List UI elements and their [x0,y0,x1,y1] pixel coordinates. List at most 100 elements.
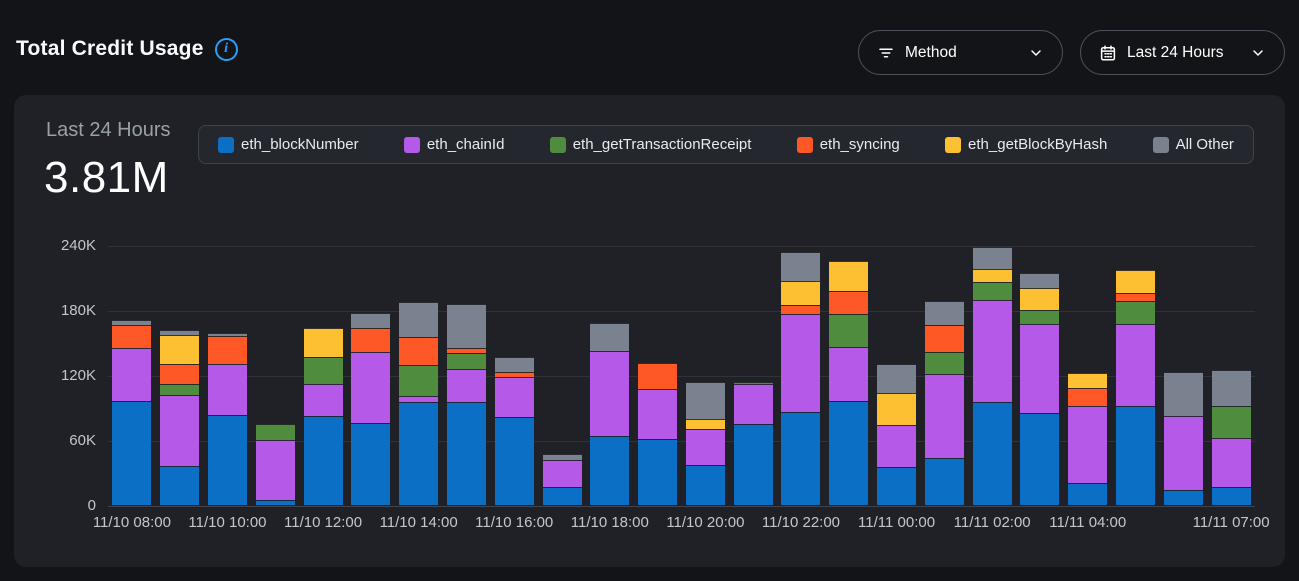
bar-segment-all-other[interactable] [781,252,820,281]
bar-segment-eth-blocknumber[interactable] [829,401,868,505]
bar-segment-eth-gettransactionreceipt[interactable] [304,357,343,384]
bar-segment-eth-getblockbyhash[interactable] [160,335,199,364]
bar-segment-eth-syncing[interactable] [160,364,199,384]
bar-segment-eth-chainid[interactable] [543,460,582,487]
bar-11-10-20-00[interactable] [686,382,725,505]
bar-11-10-11-00[interactable] [256,424,295,505]
bar-11-10-12-00[interactable] [304,328,343,505]
bar-segment-all-other[interactable] [686,382,725,420]
bar-segment-eth-chainid[interactable] [590,351,629,436]
bar-segment-all-other[interactable] [590,323,629,351]
bar-segment-eth-getblockbyhash[interactable] [686,419,725,429]
bar-segment-eth-blocknumber[interactable] [160,466,199,505]
bar-segment-eth-chainid[interactable] [781,314,820,412]
bar-11-10-08-00[interactable] [112,320,151,505]
bar-segment-all-other[interactable] [1020,273,1059,288]
bar-segment-all-other[interactable] [447,304,486,348]
legend-item-eth-chainid[interactable]: eth_chainId [404,136,505,153]
bar-segment-eth-chainid[interactable] [1164,416,1203,490]
bar-segment-eth-gettransactionreceipt[interactable] [925,352,964,374]
bar-segment-eth-syncing[interactable] [112,325,151,348]
bar-segment-eth-chainid[interactable] [1212,438,1251,487]
bar-segment-eth-getblockbyhash[interactable] [781,281,820,305]
bar-11-11-00-00[interactable] [877,364,916,505]
bar-segment-eth-gettransactionreceipt[interactable] [1020,310,1059,324]
bar-segment-eth-blocknumber[interactable] [734,424,773,505]
bar-segment-eth-chainid[interactable] [734,384,773,424]
bar-segment-eth-getblockbyhash[interactable] [1068,373,1107,388]
bar-segment-eth-blocknumber[interactable] [781,412,820,505]
bar-segment-eth-chainid[interactable] [877,425,916,467]
bar-segment-eth-blocknumber[interactable] [208,415,247,505]
bar-segment-eth-getblockbyhash[interactable] [877,393,916,424]
bar-segment-eth-gettransactionreceipt[interactable] [1212,406,1251,437]
bar-segment-eth-chainid[interactable] [686,429,725,465]
bar-segment-eth-getblockbyhash[interactable] [1116,270,1155,293]
bar-segment-all-other[interactable] [925,301,964,325]
bar-11-10-14-00[interactable] [399,302,438,505]
bar-segment-eth-chainid[interactable] [973,300,1012,402]
bar-segment-eth-gettransactionreceipt[interactable] [160,384,199,395]
bar-segment-all-other[interactable] [1212,370,1251,407]
bar-11-10-23-00[interactable] [829,261,868,505]
bar-11-11-04-00[interactable] [1068,373,1107,505]
bar-segment-eth-chainid[interactable] [925,374,964,459]
bar-segment-eth-blocknumber[interactable] [1020,413,1059,505]
bar-segment-eth-getblockbyhash[interactable] [829,261,868,290]
bar-segment-eth-blocknumber[interactable] [399,402,438,505]
bar-segment-all-other[interactable] [399,302,438,337]
bar-11-10-10-00[interactable] [208,333,247,505]
bar-segment-eth-getblockbyhash[interactable] [1020,288,1059,310]
bar-segment-eth-gettransactionreceipt[interactable] [256,424,295,440]
bar-segment-eth-blocknumber[interactable] [112,401,151,505]
bar-segment-eth-blocknumber[interactable] [304,416,343,505]
bar-segment-eth-chainid[interactable] [160,395,199,467]
bar-segment-eth-chainid[interactable] [1020,324,1059,413]
bar-segment-eth-chainid[interactable] [112,348,151,401]
bar-11-11-02-00[interactable] [973,247,1012,505]
bar-segment-eth-syncing[interactable] [638,363,677,389]
bar-segment-eth-chainid[interactable] [351,352,390,422]
bar-segment-eth-syncing[interactable] [351,328,390,352]
bar-11-10-16-00[interactable] [495,357,534,505]
legend-item-eth-syncing[interactable]: eth_syncing [797,136,900,153]
bar-11-10-19-00[interactable] [638,363,677,505]
bar-segment-eth-blocknumber[interactable] [1164,490,1203,505]
bar-11-10-22-00[interactable] [781,252,820,505]
legend-item-all-other[interactable]: All Other [1153,136,1234,153]
bar-segment-eth-getblockbyhash[interactable] [304,328,343,356]
bar-segment-eth-syncing[interactable] [208,336,247,364]
bar-segment-eth-chainid[interactable] [256,440,295,500]
bar-segment-eth-chainid[interactable] [304,384,343,417]
bar-11-11-05-00[interactable] [1116,270,1155,505]
bar-segment-all-other[interactable] [973,247,1012,269]
bar-segment-eth-blocknumber[interactable] [256,500,295,505]
bar-segment-eth-gettransactionreceipt[interactable] [447,353,486,368]
bar-segment-eth-syncing[interactable] [1068,388,1107,406]
bar-segment-eth-syncing[interactable] [829,291,868,315]
method-filter-dropdown[interactable]: Method [858,30,1063,75]
bar-11-10-21-00[interactable] [734,382,773,505]
bar-segment-eth-blocknumber[interactable] [351,423,390,505]
bar-segment-eth-chainid[interactable] [1068,406,1107,483]
bar-segment-eth-blocknumber[interactable] [1116,406,1155,505]
bar-segment-all-other[interactable] [877,364,916,393]
legend-item-eth-getblockbyhash[interactable]: eth_getBlockByHash [945,136,1107,153]
bar-segment-eth-chainid[interactable] [1116,324,1155,406]
bar-segment-eth-gettransactionreceipt[interactable] [973,282,1012,300]
bar-segment-eth-syncing[interactable] [399,337,438,365]
legend-item-eth-blocknumber[interactable]: eth_blockNumber [218,136,359,153]
bar-segment-eth-blocknumber[interactable] [877,467,916,505]
bar-segment-eth-chainid[interactable] [208,364,247,415]
bar-segment-all-other[interactable] [1164,372,1203,416]
legend-item-eth-gettransactionreceipt[interactable]: eth_getTransactionReceipt [550,136,752,153]
bar-segment-all-other[interactable] [495,357,534,372]
bar-11-11-01-00[interactable] [925,301,964,505]
bar-11-10-18-00[interactable] [590,323,629,505]
bar-11-11-07-00[interactable] [1212,370,1251,505]
bar-segment-eth-blocknumber[interactable] [543,487,582,505]
bar-segment-eth-getblockbyhash[interactable] [973,269,1012,282]
bar-segment-eth-blocknumber[interactable] [973,402,1012,505]
info-icon[interactable]: i [215,38,238,61]
bar-segment-eth-blocknumber[interactable] [686,465,725,505]
